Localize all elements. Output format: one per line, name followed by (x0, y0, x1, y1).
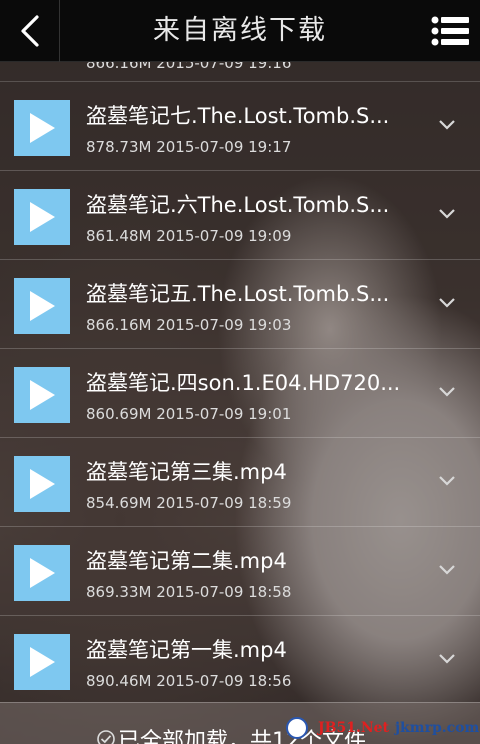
file-meta: 854.69M 2015-07-09 18:59 (86, 494, 292, 512)
list-item[interactable]: 盗墓笔记七.The.Lost.Tomb.S... 878.73M 2015-07… (0, 82, 480, 171)
file-name: 盗墓笔记第二集.mp4 (86, 549, 287, 573)
chevron-down-icon[interactable] (437, 652, 457, 666)
list-item[interactable]: 866.16M 2015-07-09 19:16 (0, 62, 480, 82)
file-name: 盗墓笔记.六The.Lost.Tomb.S... (86, 193, 390, 217)
check-circle-icon (97, 730, 115, 744)
chevron-down-icon[interactable] (437, 563, 457, 577)
list-item[interactable]: 盗墓笔记第一集.mp4 890.46M 2015-07-09 18:56 (0, 616, 480, 702)
file-meta: 866.16M 2015-07-09 19:16 (86, 62, 292, 72)
back-button[interactable] (0, 0, 60, 62)
file-meta: 869.33M 2015-07-09 18:58 (86, 583, 292, 601)
list-item[interactable]: 盗墓笔记.六The.Lost.Tomb.S... 861.48M 2015-07… (0, 171, 480, 260)
file-name: 盗墓笔记五.The.Lost.Tomb.S... (86, 282, 390, 306)
file-list: 866.16M 2015-07-09 19:16 盗墓笔记七.The.Lost.… (0, 62, 480, 702)
file-name: 盗墓笔记第一集.mp4 (86, 638, 287, 662)
video-thumbnail (14, 545, 70, 601)
chevron-down-icon[interactable] (437, 296, 457, 310)
play-icon (30, 380, 55, 410)
list-menu-icon (431, 16, 469, 46)
video-thumbnail (14, 456, 70, 512)
file-meta: 890.46M 2015-07-09 18:56 (86, 672, 292, 690)
play-icon (30, 113, 55, 143)
video-thumbnail (14, 278, 70, 334)
watermark: JB51.Net jkmrp.com (318, 720, 479, 736)
top-bar: 来自离线下载 (0, 0, 480, 62)
file-name: 盗墓笔记.四son.1.E04.HD720... (86, 371, 401, 395)
video-thumbnail (14, 367, 70, 423)
play-icon (30, 291, 55, 321)
watermark-text-b: jkmrp.com (394, 720, 480, 736)
list-item[interactable]: 盗墓笔记五.The.Lost.Tomb.S... 866.16M 2015-07… (0, 260, 480, 349)
watermark-text-a: JB51.Net (318, 720, 389, 736)
video-thumbnail (14, 189, 70, 245)
chevron-left-icon (20, 15, 39, 47)
chevron-down-icon[interactable] (437, 385, 457, 399)
play-icon (30, 647, 55, 677)
play-icon (30, 469, 55, 499)
file-meta: 866.16M 2015-07-09 19:03 (86, 316, 292, 334)
file-meta: 861.48M 2015-07-09 19:09 (86, 227, 292, 245)
chevron-down-icon[interactable] (437, 207, 457, 221)
file-name: 盗墓笔记七.The.Lost.Tomb.S... (86, 104, 390, 128)
play-icon (30, 558, 55, 588)
menu-button[interactable] (420, 0, 480, 62)
watermark-logo-icon (286, 717, 308, 739)
file-name: 盗墓笔记第三集.mp4 (86, 460, 287, 484)
chevron-down-icon[interactable] (437, 118, 457, 132)
list-item[interactable]: 盗墓笔记第三集.mp4 854.69M 2015-07-09 18:59 (0, 438, 480, 527)
play-icon (30, 202, 55, 232)
list-item[interactable]: 盗墓笔记第二集.mp4 869.33M 2015-07-09 18:58 (0, 527, 480, 616)
chevron-down-icon[interactable] (437, 474, 457, 488)
file-meta: 878.73M 2015-07-09 19:17 (86, 138, 292, 156)
video-thumbnail (14, 100, 70, 156)
video-thumbnail (14, 634, 70, 690)
list-item[interactable]: 盗墓笔记.四son.1.E04.HD720... 860.69M 2015-07… (0, 349, 480, 438)
file-meta: 860.69M 2015-07-09 19:01 (86, 405, 292, 423)
page-title: 来自离线下载 (153, 15, 327, 46)
